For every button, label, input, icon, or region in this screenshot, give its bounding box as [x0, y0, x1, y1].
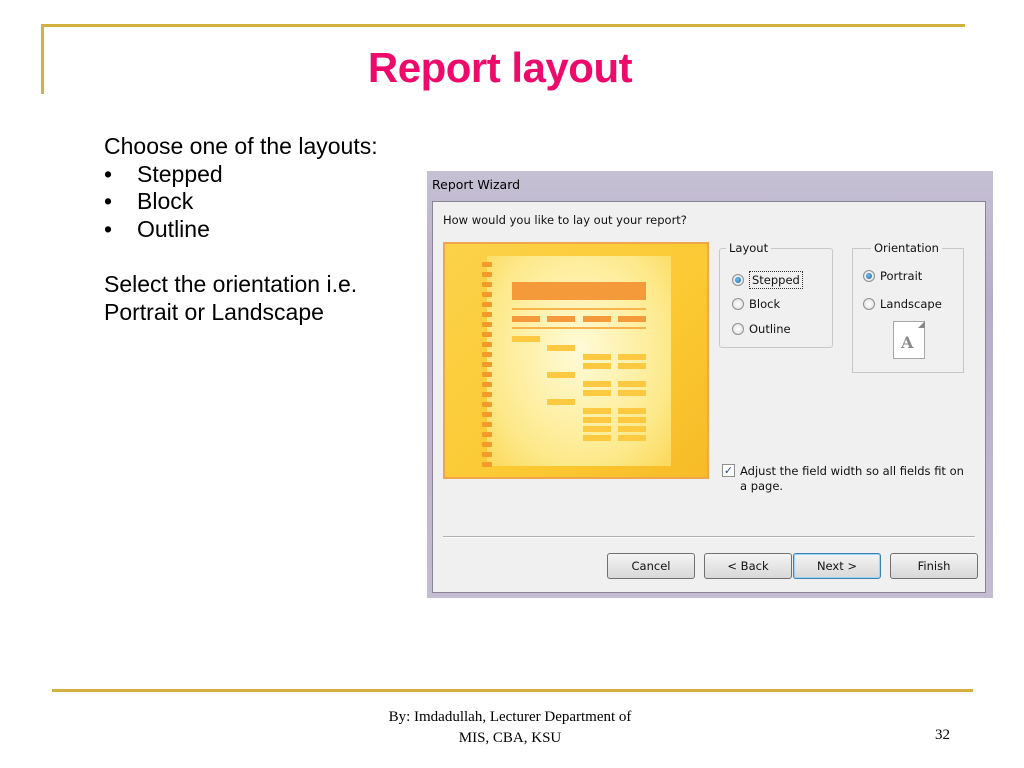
bullet-icon: • — [104, 215, 113, 242]
bullet-item: • Stepped — [104, 160, 223, 187]
checkbox-label: Adjust the field width so all fields fit… — [740, 464, 964, 493]
next-button[interactable]: Next > — [793, 553, 881, 579]
footer-credit: By: Imdadullah, Lecturer Department of M… — [388, 709, 632, 746]
report-page-illustration — [482, 256, 671, 467]
radio-label-portrait: Portrait — [880, 269, 923, 283]
portrait-page-icon: A — [893, 321, 925, 359]
radio-button-selected[interactable] — [863, 270, 875, 282]
radio-outline[interactable]: Outline — [732, 322, 791, 336]
radio-block[interactable]: Block — [732, 297, 780, 311]
checkbox-checked-icon[interactable]: ✓ — [722, 464, 735, 477]
layout-group-label: Layout — [726, 241, 772, 255]
adjust-field-width-checkbox[interactable]: ✓ Adjust the field width so all fields f… — [722, 464, 965, 494]
radio-landscape[interactable]: Landscape — [863, 297, 942, 311]
radio-button[interactable] — [863, 298, 875, 310]
radio-stepped[interactable]: Stepped — [732, 271, 803, 289]
layout-groupbox: Layout Stepped Block Outline — [719, 241, 833, 348]
top-rule — [41, 24, 965, 27]
radio-button[interactable] — [732, 323, 744, 335]
slide-body: Choose one of the layouts: • Stepped • Blo… — [104, 133, 378, 326]
radio-label-landscape: Landscape — [880, 297, 942, 311]
intro-text: Choose one of the layouts: — [104, 133, 378, 159]
bullet-icon: • — [104, 160, 113, 187]
radio-button-selected[interactable] — [732, 274, 744, 286]
finish-button[interactable]: Finish — [890, 553, 978, 579]
report-wizard-dialog: Report Wizard How would you like to lay … — [427, 171, 993, 598]
orientation-text-line2: Portrait or Landscape — [104, 298, 324, 325]
dialog-title: Report Wizard — [432, 177, 521, 192]
orientation-groupbox: Orientation Portrait Landscape A — [852, 241, 964, 373]
dialog-client: How would you like to lay out your repor… — [432, 201, 986, 593]
spiral-binding-icon — [482, 262, 492, 472]
bullet-item: • Outline — [104, 215, 210, 242]
bullet-icon: • — [104, 188, 113, 214]
cancel-button[interactable]: Cancel — [607, 553, 695, 579]
wizard-question: How would you like to lay out your repor… — [443, 213, 687, 227]
radio-label-stepped: Stepped — [749, 271, 803, 289]
back-button[interactable]: < Back — [704, 553, 792, 579]
bottom-rule — [52, 689, 973, 692]
radio-label-outline: Outline — [749, 322, 791, 336]
bullet-item: • Block — [104, 188, 194, 214]
orientation-text-line1: Select the orientation i.e. — [104, 271, 358, 297]
radio-button[interactable] — [732, 298, 744, 310]
layout-preview-image — [443, 242, 709, 479]
orientation-group-label: Orientation — [871, 241, 942, 255]
page-number: 32 — [935, 727, 950, 743]
dialog-separator — [443, 536, 975, 538]
radio-label-block: Block — [749, 297, 781, 311]
radio-portrait[interactable]: Portrait — [863, 269, 922, 283]
slide-title: Report layout — [367, 44, 633, 91]
